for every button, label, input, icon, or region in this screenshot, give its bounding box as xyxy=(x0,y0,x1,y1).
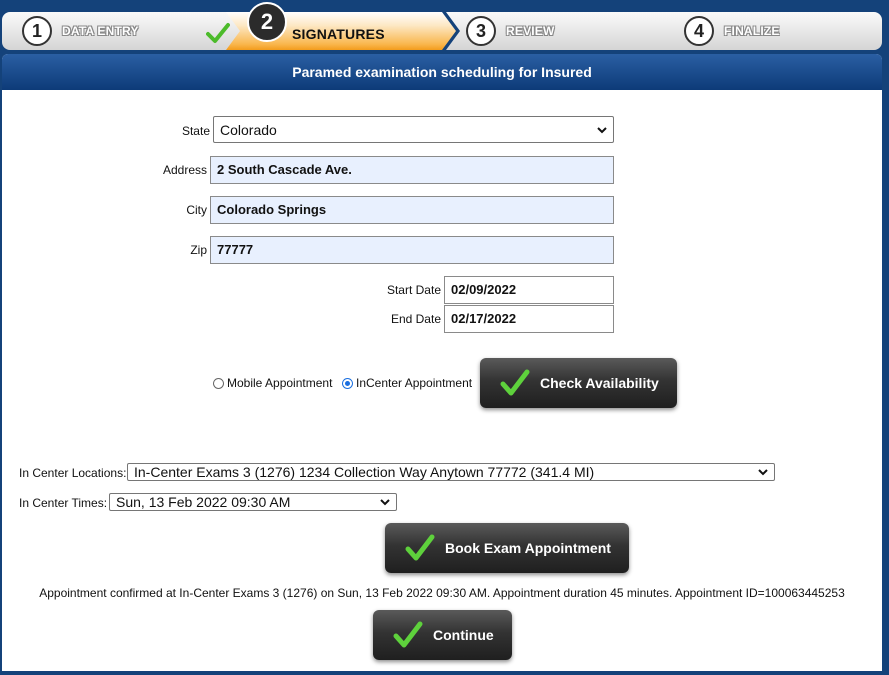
city-label: City xyxy=(186,203,207,217)
incenter-appointment-option[interactable]: InCenter Appointment xyxy=(342,376,472,390)
chevron-down-icon xyxy=(597,126,607,133)
zip-input[interactable]: 77777 xyxy=(210,236,614,264)
book-exam-appointment-label: Book Exam Appointment xyxy=(445,540,611,556)
check-icon xyxy=(393,621,423,648)
appointment-confirmation-message: Appointment confirmed at In-Center Exams… xyxy=(39,586,845,600)
address-label: Address xyxy=(162,163,207,177)
city-input[interactable]: Colorado Springs xyxy=(210,196,614,224)
scheduling-panel: Paramed examination scheduling for Insur… xyxy=(2,54,882,671)
incenter-times-label: In Center Times: xyxy=(19,496,108,510)
end-date-label: End Date xyxy=(390,312,441,326)
incenter-time-value: Sun, 13 Feb 2022 09:30 AM xyxy=(116,494,291,510)
active-step-number: 2 xyxy=(247,2,287,42)
chevron-down-icon xyxy=(758,469,768,476)
incenter-location-value: In-Center Exams 3 (1276) 1234 Collection… xyxy=(134,464,595,480)
continue-button[interactable]: Continue xyxy=(373,610,512,660)
mobile-appointment-label: Mobile Appointment xyxy=(227,376,333,390)
step-number: 4 xyxy=(684,16,714,46)
chevron-down-icon xyxy=(380,499,390,506)
wizard-step-finalize[interactable]: 4 FINALIZE xyxy=(662,12,882,50)
incenter-appointment-radio[interactable] xyxy=(342,377,353,389)
check-availability-label: Check Availability xyxy=(540,375,659,391)
step-number: 1 xyxy=(22,16,52,46)
mobile-appointment-radio[interactable] xyxy=(213,377,224,389)
end-date-input[interactable]: 02/17/2022 xyxy=(444,305,614,333)
step-label: FINALIZE xyxy=(724,24,780,38)
mobile-appointment-option[interactable]: Mobile Appointment xyxy=(213,376,332,390)
address-input[interactable]: 2 South Cascade Ave. xyxy=(210,156,614,184)
zip-label: Zip xyxy=(190,243,207,257)
book-exam-appointment-button[interactable]: Book Exam Appointment xyxy=(385,523,629,573)
state-select[interactable]: Colorado xyxy=(213,116,614,143)
incenter-appointment-label: InCenter Appointment xyxy=(356,376,473,390)
incenter-locations-label: In Center Locations: xyxy=(19,466,127,480)
step-label: DATA ENTRY xyxy=(62,24,139,38)
state-select-value: Colorado xyxy=(220,121,277,138)
step-complete-check-icon xyxy=(206,23,230,43)
check-availability-button[interactable]: Check Availability xyxy=(480,358,677,408)
incenter-times-select[interactable]: Sun, 13 Feb 2022 09:30 AM xyxy=(109,493,397,511)
start-date-label: Start Date xyxy=(386,283,441,297)
incenter-locations-select[interactable]: In-Center Exams 3 (1276) 1234 Collection… xyxy=(127,463,775,481)
state-label: State xyxy=(181,124,210,138)
step-number: 3 xyxy=(466,16,496,46)
wizard-steps: 1 DATA ENTRY SIGNATURES 3 REVIEW 4 FINAL… xyxy=(2,12,882,50)
step-label: REVIEW xyxy=(506,24,555,38)
panel-title: Paramed examination scheduling for Insur… xyxy=(2,54,882,90)
wizard-step-review[interactable]: 3 REVIEW xyxy=(446,12,682,50)
check-icon xyxy=(500,369,530,396)
step-label: SIGNATURES xyxy=(292,26,385,42)
continue-label: Continue xyxy=(433,627,494,643)
check-icon xyxy=(405,534,435,561)
start-date-input[interactable]: 02/09/2022 xyxy=(444,276,614,304)
